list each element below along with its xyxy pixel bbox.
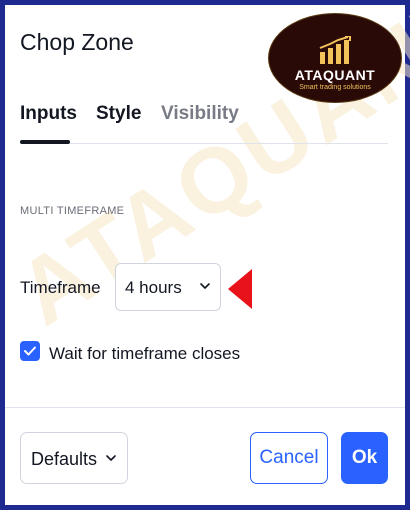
section-title: MULTI TIMEFRAME [20,205,125,217]
wait-close-checkbox[interactable] [20,341,40,361]
ok-button[interactable]: Ok [341,432,388,484]
ataquant-logo: ATAQUANT Smart trading solutions [268,13,402,103]
footer-divider [5,407,405,408]
indicator-settings-dialog: Chop Zone ATAQUANT Smart trading solutio… [0,0,410,510]
logo-name: ATAQUANT [294,67,376,83]
red-pointer-arrow-icon [228,269,252,309]
active-tab-indicator [20,140,70,144]
wait-close-label[interactable]: Wait for timeframe closes [49,344,240,364]
chevron-down-icon [106,455,116,461]
defaults-label: Defaults [31,449,98,469]
tab-visibility[interactable]: Visibility [161,103,239,125]
dialog-title: Chop Zone [20,29,134,55]
checkmark-icon [24,346,36,356]
chevron-down-icon [200,283,210,289]
timeframe-select[interactable]: 4 hours [115,263,221,311]
defaults-dropdown[interactable]: Defaults [20,432,128,484]
tab-inputs[interactable]: Inputs [20,103,77,125]
timeframe-label: Timeframe [20,278,101,297]
cancel-button[interactable]: Cancel [250,432,328,484]
bar-chart-logo-icon [319,36,351,64]
tab-style[interactable]: Style [96,103,141,125]
tabs-divider [70,143,388,144]
timeframe-value: 4 hours [125,278,182,297]
logo-tagline: Smart trading solutions [299,84,371,91]
